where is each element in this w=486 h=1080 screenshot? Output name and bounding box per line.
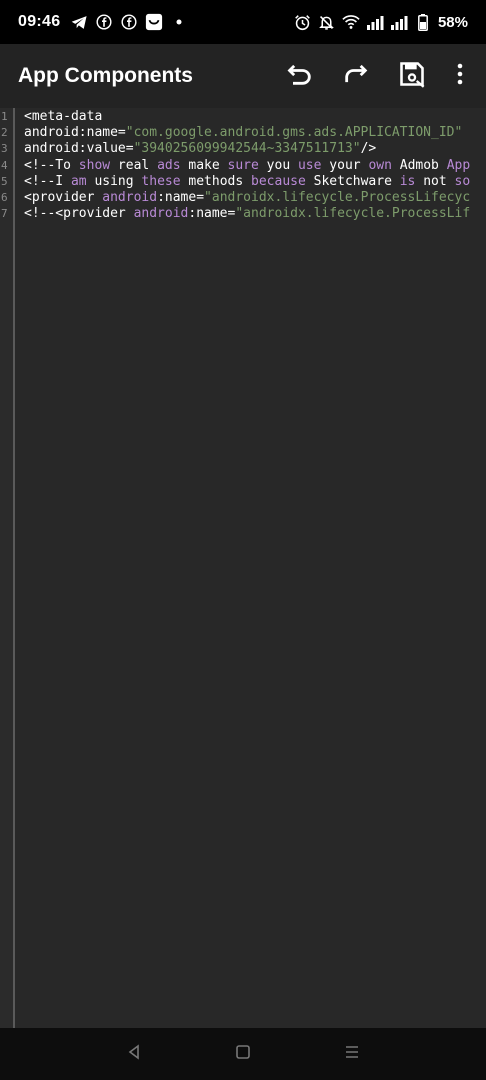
redo-icon	[342, 60, 370, 92]
save-button[interactable]	[384, 48, 440, 104]
line-number: 2	[1, 126, 8, 140]
code-token: App	[446, 157, 471, 173]
more-options-button[interactable]	[440, 48, 480, 104]
system-nav-bar	[0, 1028, 486, 1080]
line-number: 6	[1, 191, 8, 205]
recents-button[interactable]	[332, 1034, 372, 1074]
telegram-icon	[70, 13, 88, 31]
code-token: make	[180, 157, 228, 173]
code-token: is	[399, 173, 416, 189]
code-line: android:name="com.google.android.gms.ads…	[24, 125, 486, 141]
code-token: show	[78, 157, 111, 173]
code-line: <!--I am using these methods because Ske…	[24, 174, 486, 190]
dot-icon	[170, 13, 188, 31]
code-token: android:value=	[24, 141, 134, 157]
code-token: methods	[180, 173, 252, 189]
line-number: 1	[1, 110, 8, 123]
code-token: <meta-data	[24, 109, 103, 124]
line-number: 4	[1, 158, 8, 172]
code-token: ads	[157, 157, 181, 173]
code-line: <meta-data	[24, 109, 486, 125]
code-token: <!--<provider	[24, 206, 134, 222]
back-button[interactable]	[114, 1034, 154, 1074]
code-token: your	[321, 157, 369, 173]
code-token: real	[110, 157, 158, 173]
code-line: <!--To show real ads make sure you use y…	[24, 158, 486, 174]
code-token: <!--I	[24, 173, 71, 189]
home-button[interactable]	[223, 1034, 263, 1074]
code-token: :name=	[157, 189, 205, 205]
code-token: <!--To	[24, 157, 79, 173]
undo-icon	[286, 60, 314, 92]
battery-percent: 58%	[437, 13, 468, 31]
undo-button[interactable]	[272, 48, 328, 104]
code-token: android	[102, 189, 158, 205]
code-token: Sketchware	[305, 173, 400, 189]
line-number: 7	[1, 207, 8, 221]
code-token: sure	[227, 157, 259, 173]
wifi-icon	[342, 13, 360, 31]
shopping-bag-icon	[145, 13, 163, 31]
redo-button[interactable]	[328, 48, 384, 104]
code-token: "androidx.lifecycle.ProcessLifecyc	[204, 189, 471, 205]
code-line: <!--<provider android:name="androidx.lif…	[24, 206, 486, 222]
facebook-icon	[120, 13, 138, 31]
code-token: "androidx.lifecycle.ProcessLif	[235, 206, 471, 222]
signal-icon	[390, 13, 408, 31]
code-text-area[interactable]: <meta-data android:name="com.google.andro…	[24, 109, 486, 222]
facebook-icon	[95, 13, 113, 31]
notification-icons	[70, 13, 188, 31]
status-bar: 09:46 58%	[0, 0, 486, 44]
page-title: App Components	[18, 64, 193, 87]
code-token: :name=	[188, 206, 236, 222]
code-token: android	[133, 206, 189, 222]
code-token: "com.google.android.gms.ads.APPLICATION_…	[125, 125, 463, 141]
code-token: android:name=	[24, 125, 126, 141]
code-token: you	[258, 157, 298, 173]
status-indicators: 58%	[294, 13, 468, 31]
line-number: 3	[1, 142, 8, 156]
code-line: <provider android:name="androidx.lifecyc…	[24, 190, 486, 206]
code-token: <provider	[24, 189, 103, 205]
back-icon	[126, 1044, 142, 1064]
code-token: use	[297, 157, 322, 173]
code-token: am	[70, 173, 87, 189]
code-token: not	[415, 173, 455, 189]
save-icon	[398, 60, 426, 92]
code-token: own	[368, 157, 392, 173]
code-token: Admob	[391, 157, 447, 173]
code-token: using	[86, 173, 142, 189]
more-vert-icon	[456, 63, 464, 89]
line-number: 5	[1, 174, 8, 188]
code-token: because	[251, 173, 306, 189]
code-line: android:value="3940256099942544~33475117…	[24, 141, 486, 157]
code-editor[interactable]: 1234567 <meta-data android:name="com.goog…	[0, 108, 486, 1028]
recents-icon	[344, 1044, 360, 1064]
status-time: 09:46	[18, 13, 61, 30]
toolbar-actions	[272, 48, 486, 104]
bell-off-icon	[318, 13, 336, 31]
alarm-icon	[294, 13, 312, 31]
code-token: />	[360, 141, 377, 157]
battery-icon	[414, 13, 432, 31]
line-number-gutter: 1 2 3 4 5 6 7	[0, 108, 15, 1028]
code-token: so	[454, 173, 471, 189]
code-token: these	[141, 173, 181, 189]
code-token: "3940256099942544~3347511713"	[133, 141, 361, 157]
app-toolbar: App Components	[0, 44, 486, 108]
signal-icon	[366, 13, 384, 31]
home-icon	[235, 1044, 251, 1064]
